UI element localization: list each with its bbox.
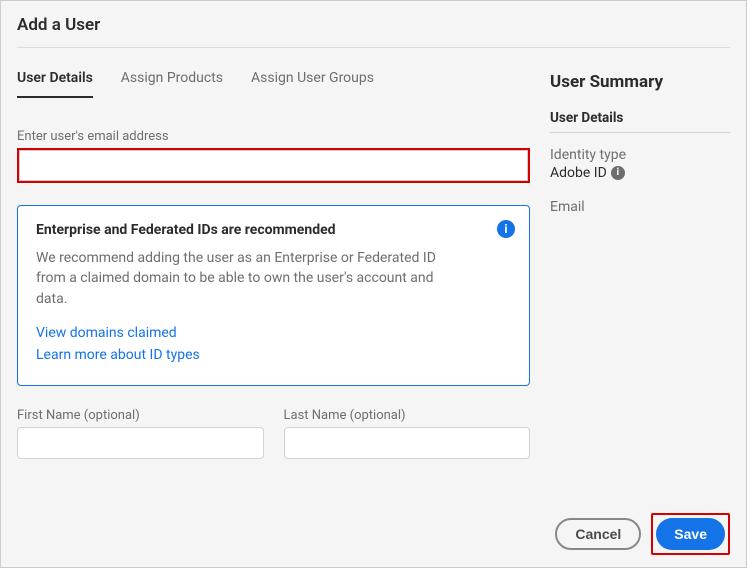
summary-email-label: Email	[550, 199, 730, 215]
email-input[interactable]	[19, 150, 528, 181]
save-button-highlight: Save	[651, 513, 730, 555]
name-row: First Name (optional) Last Name (optiona…	[17, 408, 530, 459]
last-name-field: Last Name (optional)	[284, 408, 531, 459]
add-user-dialog: Add a User User Details Assign Products …	[1, 1, 746, 567]
left-column: User Details Assign Products Assign User…	[17, 70, 530, 503]
link-learn-more-id-types[interactable]: Learn more about ID types	[36, 347, 513, 363]
main-row: User Details Assign Products Assign User…	[17, 70, 730, 503]
first-name-field: First Name (optional)	[17, 408, 264, 459]
summary-identity-type-value: Adobe ID i	[550, 165, 730, 181]
info-icon[interactable]: i	[497, 220, 515, 238]
identity-type-text: Adobe ID	[550, 165, 607, 181]
email-input-highlight	[17, 148, 530, 183]
dialog-title: Add a User	[17, 15, 730, 35]
first-name-input[interactable]	[17, 427, 264, 459]
right-column: User Summary User Details Identity type …	[550, 70, 730, 503]
callout-title: Enterprise and Federated IDs are recomme…	[36, 222, 513, 238]
tabs: User Details Assign Products Assign User…	[17, 70, 530, 99]
tab-user-details[interactable]: User Details	[17, 70, 93, 98]
first-name-label: First Name (optional)	[17, 408, 264, 423]
summary-section-label: User Details	[550, 110, 730, 133]
save-button[interactable]: Save	[656, 518, 725, 550]
email-label: Enter user's email address	[17, 129, 530, 144]
cancel-button[interactable]: Cancel	[555, 518, 641, 550]
last-name-input[interactable]	[284, 427, 531, 459]
last-name-label: Last Name (optional)	[284, 408, 531, 423]
summary-identity-type-label: Identity type	[550, 147, 730, 163]
divider	[17, 47, 730, 48]
id-recommendation-callout: i Enterprise and Federated IDs are recom…	[17, 205, 530, 386]
callout-body: We recommend adding the user as an Enter…	[36, 248, 466, 309]
tab-assign-user-groups[interactable]: Assign User Groups	[251, 70, 374, 98]
footer: Cancel Save	[17, 503, 730, 555]
tab-assign-products[interactable]: Assign Products	[121, 70, 223, 98]
summary-title: User Summary	[550, 72, 730, 92]
link-view-domains-claimed[interactable]: View domains claimed	[36, 325, 513, 341]
info-icon[interactable]: i	[611, 166, 625, 180]
